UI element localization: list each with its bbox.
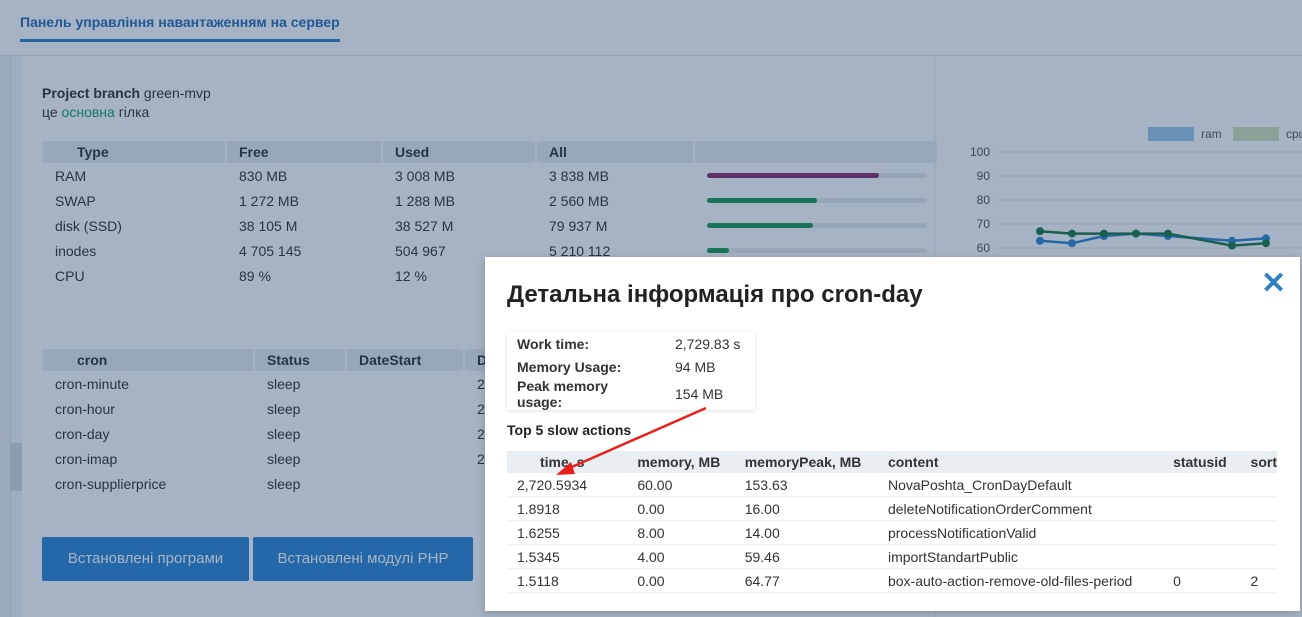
info-value: 154 MB bbox=[675, 386, 724, 402]
col-memory-peak: memoryPeak, MB bbox=[734, 451, 878, 473]
cell-memory-peak: 16.00 bbox=[734, 496, 878, 521]
info-row: Memory Usage: 94 MB bbox=[507, 355, 755, 378]
info-row: Work time: 2,729.83 s bbox=[507, 332, 755, 355]
cell-sort: 2 bbox=[1240, 568, 1277, 593]
info-value: 2,729.83 s bbox=[675, 335, 741, 352]
cell-time: 1.5118 bbox=[507, 568, 628, 593]
cell-sort bbox=[1240, 520, 1277, 545]
info-value: 94 MB bbox=[675, 358, 716, 375]
cell-memory: 0.00 bbox=[627, 568, 735, 593]
slow-action-row: 2,720.5934 60.00 153.63 NovaPoshta_CronDayD… bbox=[507, 473, 1277, 497]
col-statusid: statusid bbox=[1163, 451, 1241, 473]
cell-content: box-auto-action-remove-old-files-period bbox=[877, 568, 1164, 593]
slow-action-row: 1.5118 0.00 64.77 box-auto-action-remove-ol… bbox=[507, 568, 1277, 593]
cell-memory-peak: 153.63 bbox=[734, 473, 878, 497]
cell-content: deleteNotificationOrderComment bbox=[877, 496, 1164, 521]
cell-content: NovaPoshta_CronDayDefault bbox=[877, 473, 1164, 497]
info-key: Memory Usage: bbox=[517, 358, 622, 375]
cell-memory: 0.00 bbox=[627, 496, 735, 521]
cell-sort bbox=[1240, 473, 1277, 497]
cell-memory: 60.00 bbox=[627, 473, 735, 497]
work-info-table: Work time: 2,729.83 s Memory Usage: 94 MB Pe… bbox=[507, 332, 755, 411]
slow-actions-table: time, s memory, MB memoryPeak, MB conten… bbox=[507, 451, 1277, 593]
cron-detail-modal: Детальна інформація про cron-day ✕ Work … bbox=[485, 257, 1300, 611]
slow-action-row: 1.6255 8.00 14.00 processNotificationValid bbox=[507, 520, 1277, 545]
slow-actions-title: Top 5 slow actions bbox=[507, 422, 632, 438]
info-key: Peak memory usage: bbox=[517, 378, 609, 410]
slow-action-row: 1.8918 0.00 16.00 deleteNotificationOrderCo… bbox=[507, 496, 1277, 521]
modal-title: Детальна інформація про cron-day bbox=[507, 281, 923, 308]
cell-time: 1.6255 bbox=[507, 520, 628, 545]
cell-memory-peak: 14.00 bbox=[734, 520, 878, 545]
cell-statusid bbox=[1163, 473, 1241, 497]
slow-action-row: 1.5345 4.00 59.46 importStandartPublic bbox=[507, 544, 1277, 569]
cell-time: 1.8918 bbox=[507, 496, 628, 521]
col-content: content bbox=[877, 451, 1164, 473]
cell-time: 1.5345 bbox=[507, 544, 628, 569]
cell-statusid bbox=[1163, 544, 1241, 569]
cell-content: importStandartPublic bbox=[877, 544, 1164, 569]
close-icon[interactable]: ✕ bbox=[1261, 269, 1286, 299]
cell-time: 2,720.5934 bbox=[507, 473, 628, 497]
cell-content: processNotificationValid bbox=[877, 520, 1164, 545]
cell-statusid bbox=[1163, 496, 1241, 521]
col-memory: memory, MB bbox=[627, 451, 735, 473]
cell-statusid: 0 bbox=[1163, 568, 1241, 593]
cell-sort bbox=[1240, 496, 1277, 521]
col-sort: sort bbox=[1240, 451, 1277, 473]
cell-memory: 8.00 bbox=[627, 520, 735, 545]
cell-memory-peak: 59.46 bbox=[734, 544, 878, 569]
info-row: Peak memory usage: 154 MB bbox=[507, 378, 755, 410]
cell-memory-peak: 64.77 bbox=[734, 568, 878, 593]
info-key: Work time: bbox=[517, 335, 590, 352]
col-time: time, s bbox=[507, 451, 628, 473]
cell-sort bbox=[1240, 544, 1277, 569]
cell-statusid bbox=[1163, 520, 1241, 545]
cell-memory: 4.00 bbox=[627, 544, 735, 569]
